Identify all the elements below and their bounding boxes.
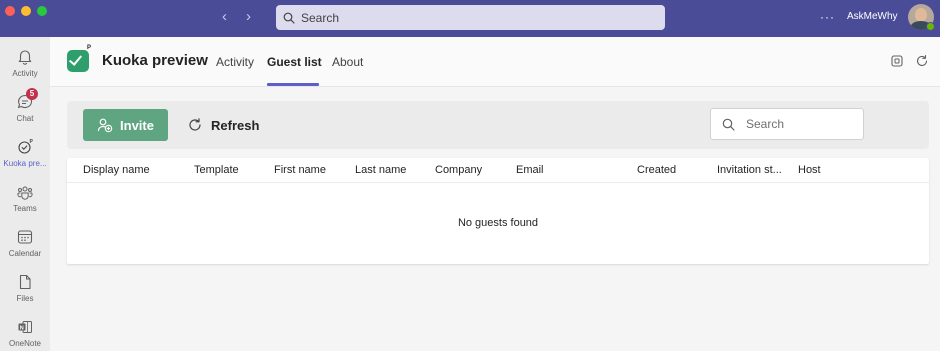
column-header-company[interactable]: Company [435,164,482,176]
file-icon [15,272,35,292]
empty-state-message: No guests found [457,217,539,229]
guest-toolbar: Invite Refresh Search [67,101,929,149]
guest-search-placeholder: Search [746,117,785,131]
column-header-display-name[interactable]: Display name [83,164,150,176]
refresh-button[interactable]: Refresh [187,109,259,141]
popout-icon[interactable] [890,54,904,68]
app-rail: Activity 5 Chat P Kuoka pre... Teams Cal… [0,37,50,351]
rail-item-teams[interactable]: Teams [0,176,50,220]
table-header: Display name Template First name Last na… [67,158,929,183]
kuoka-logo-icon [67,50,89,72]
column-header-email[interactable]: Email [516,164,544,176]
global-search-bar[interactable]: Search [276,5,665,30]
rail-item-kuoka[interactable]: P Kuoka pre... [0,131,50,175]
rail-label-chat: Chat [16,114,34,123]
presence-status-icon [926,22,935,31]
tab-activity[interactable]: Activity [216,55,254,69]
onenote-icon: N [15,317,35,337]
guest-table: Display name Template First name Last na… [67,158,929,264]
column-header-last-name[interactable]: Last name [355,164,406,176]
column-header-host[interactable]: Host [798,164,821,176]
rail-label-kuoka: Kuoka pre... [3,159,47,168]
reload-icon[interactable] [915,54,929,68]
refresh-icon [189,118,201,131]
rail-label-teams: Teams [13,204,37,213]
rail-label-activity: Activity [12,69,38,78]
calendar-icon [15,227,35,247]
main-content: P Kuoka preview Activity Guest list Abou… [50,37,940,351]
column-header-template[interactable]: Template [194,164,239,176]
invite-label: Invite [120,117,154,133]
global-search-placeholder: Search [301,10,340,25]
back-arrow-icon[interactable]: ‹ [222,9,227,25]
invite-button[interactable]: Invite [83,109,168,141]
kuoka-app-icon: P [15,137,35,157]
bell-icon [15,47,35,67]
svg-text:P: P [30,139,34,145]
rail-item-activity[interactable]: Activity [0,41,50,85]
column-header-invitation-status[interactable]: Invitation st... [717,164,782,176]
tab-guest-list[interactable]: Guest list [267,55,322,69]
app-header: P Kuoka preview Activity Guest list Abou… [50,37,940,87]
more-options-button[interactable]: ··· [820,9,835,25]
refresh-label: Refresh [211,117,260,133]
rail-item-onenote[interactable]: N OneNote [0,311,50,351]
active-tab-indicator [267,83,319,86]
guest-search-input[interactable]: Search [710,108,864,140]
forward-arrow-icon[interactable]: › [246,9,251,25]
search-icon [283,12,295,24]
account-name[interactable]: AskMeWhy [847,11,898,22]
svg-text:N: N [20,325,24,331]
rail-label-files: Files [16,294,34,303]
rail-label-calendar: Calendar [8,249,42,258]
rail-item-files[interactable]: Files [0,266,50,310]
rail-label-onenote: OneNote [8,339,42,348]
rail-item-chat[interactable]: 5 Chat [0,86,50,130]
avatar-face [915,8,927,22]
column-header-first-name[interactable]: First name [274,164,326,176]
teams-icon [15,182,35,202]
add-person-icon [97,118,113,133]
tab-about[interactable]: About [332,55,363,69]
app-title: Kuoka preview [102,52,208,69]
chat-unread-badge: 5 [26,88,38,100]
rail-item-calendar[interactable]: Calendar [0,221,50,265]
check-mark [68,52,83,66]
chat-icon: 5 [15,88,38,112]
close-window-button[interactable] [5,6,15,16]
maximize-window-button[interactable] [37,6,47,16]
minimize-window-button[interactable] [21,6,31,16]
preview-badge: P [87,45,92,51]
column-header-created[interactable]: Created [637,164,676,176]
search-icon [722,118,735,131]
title-bar: ‹ › Search ··· AskMeWhy [0,0,940,37]
